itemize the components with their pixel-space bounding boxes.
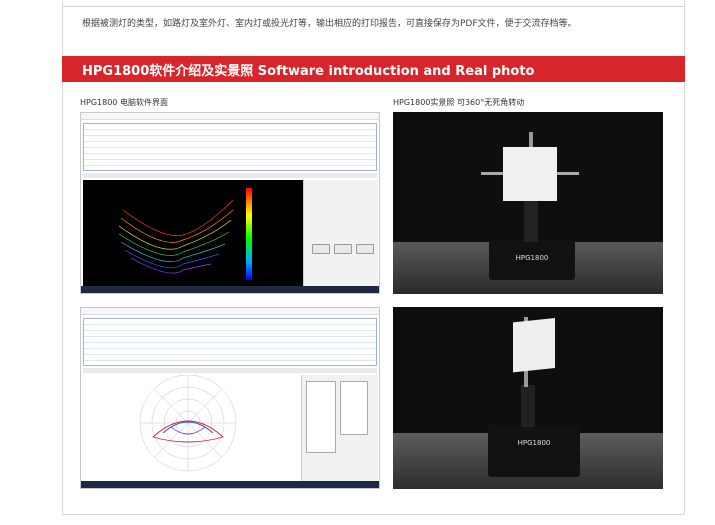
intro-text: 根据被测灯的类型，如路灯及室外灯、室内灯或投光灯等，输出相应的打印报告，可直接保… xyxy=(82,19,577,29)
window-titlebar xyxy=(81,113,379,120)
selection-list[interactable] xyxy=(340,381,368,435)
section-banner: HPG1800软件介绍及实景照 Software introduction an… xyxy=(62,56,685,82)
section-title: HPG1800软件介绍及实景照 Software introduction an… xyxy=(82,64,535,79)
option-button-3[interactable] xyxy=(356,244,374,254)
isolux-curves-icon xyxy=(118,188,252,280)
device-label: HPG1800 xyxy=(516,254,549,262)
isolux-plot-pane xyxy=(83,180,303,288)
option-button-1[interactable] xyxy=(312,244,330,254)
goniophotometer-photo-icon: HPG1800 xyxy=(393,317,663,489)
toolbar xyxy=(83,173,377,178)
window-titlebar xyxy=(81,308,379,315)
software-screenshot-2 xyxy=(80,307,380,489)
device-label: HPG1800 xyxy=(518,439,551,447)
polar-plot-pane xyxy=(83,374,301,483)
device-photo-1: HPG1800 xyxy=(393,112,663,294)
options-panel xyxy=(303,180,378,288)
settings-panel xyxy=(301,375,378,483)
goniophotometer-photo-icon: HPG1800 xyxy=(393,132,663,294)
right-caption: HPG1800实景照 可360°无死角转动 xyxy=(393,98,525,107)
taskbar xyxy=(81,481,379,488)
polar-diagram-icon xyxy=(139,374,237,472)
option-button-2[interactable] xyxy=(334,244,352,254)
top-divider xyxy=(62,6,685,7)
left-caption: HPG1800 电脑软件界面 xyxy=(80,98,168,107)
taskbar xyxy=(81,286,379,293)
toolbar xyxy=(83,368,377,373)
data-table xyxy=(83,318,377,366)
device-photo-2: HPG1800 xyxy=(393,307,663,489)
software-screenshot-1 xyxy=(80,112,380,294)
angle-list[interactable] xyxy=(306,381,336,453)
data-table xyxy=(83,123,377,171)
